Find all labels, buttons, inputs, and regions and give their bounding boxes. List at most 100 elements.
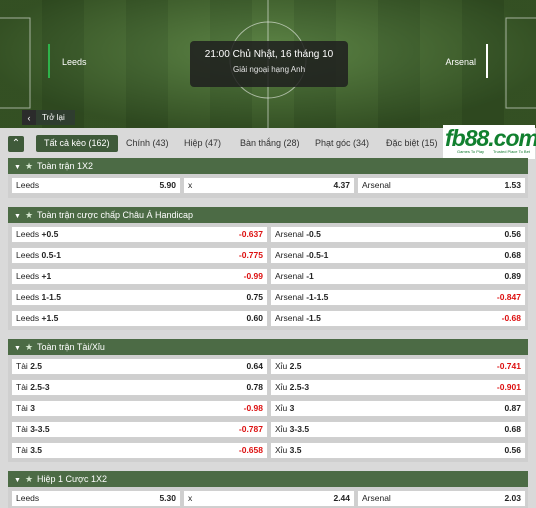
odds-cell[interactable]: Leeds 5.90 [11,177,181,194]
selection-team: Arsenal [275,271,304,281]
odds-cell[interactable]: Tài 2.5-3 0.78 [11,379,268,396]
selection-team: Xỉu [275,361,288,371]
selection-line: +0.5 [41,229,59,239]
selection-line: 3 [30,403,35,413]
tab-goals[interactable]: Bàn thắng (28) [240,135,300,152]
tab-all[interactable]: Tất cả kèo (162) [36,135,118,152]
match-banner: Leeds Arsenal 21:00 Chủ Nhật, 16 tháng 1… [0,0,536,128]
odds-cell[interactable]: Xỉu 3-3.5 0.68 [270,421,526,438]
odds-value: 0.68 [504,424,521,434]
section-title: Hiệp 1 Cược 1X2 [37,474,107,484]
selection-line: 2.5-3 [289,382,310,392]
star-icon[interactable]: ★ [25,474,33,484]
odds-value: -0.787 [238,424,263,434]
selection-line: -1 [306,271,314,281]
selection-team: Xỉu [275,445,288,455]
section-header-handicap[interactable]: ▼ ★ Toàn trận cược chấp Châu Á Handicap [8,207,528,223]
odds-cell[interactable]: Arsenal 1.53 [357,177,526,194]
selection-line: -1.5 [306,313,321,323]
selection-team: Leeds [16,250,40,260]
selection-name: Leeds +1.5 [16,311,58,326]
section-header-1x2[interactable]: ▼ ★ Toàn trận 1X2 [8,158,528,174]
odds-cell[interactable]: Xỉu 3 0.87 [270,400,526,417]
selection-line: 3-3.5 [30,424,50,434]
star-icon[interactable]: ★ [25,342,33,352]
selection-name: Xỉu 3 [275,401,294,416]
selection-name: x [188,493,193,503]
selection-team: Leeds [16,292,40,302]
caret-down-icon: ▼ [14,213,21,220]
odds-cell[interactable]: Arsenal -0.5 0.56 [270,226,526,243]
odds-cell[interactable]: Arsenal -1 0.89 [270,268,526,285]
section-body-1x2: Leeds 5.90 x 4.37 Arsenal 1.53 [8,174,528,198]
star-icon[interactable]: ★ [25,210,33,220]
odds-cell[interactable]: Leeds 0.5-1 -0.775 [11,247,268,264]
selection-line: 3-3.5 [289,424,310,434]
odds-cell[interactable]: Xỉu 2.5 -0.741 [270,358,526,375]
odds-value: 0.64 [246,361,263,371]
selection-name: Leeds +0.5 [16,227,58,242]
odds-cell[interactable]: Tài 2.5 0.64 [11,358,268,375]
odds-cell[interactable]: Xỉu 3.5 0.56 [270,442,526,459]
odds-value: 0.78 [246,382,263,392]
odds-cell[interactable]: x 4.37 [183,177,355,194]
league-name: Giải ngoại hạng Anh [232,65,306,74]
selection-team: Arsenal [275,292,304,302]
odds-cell[interactable]: Tài 3.5 -0.658 [11,442,268,459]
selection-line: 2.5-3 [30,382,50,392]
selection-line: -0.5-1 [306,250,329,260]
back-button[interactable]: ‹ Trở lại [22,110,75,125]
section-body-handicap: Leeds +0.5 -0.637 Arsenal -0.5 0.56 Leeds 0.… [8,223,528,330]
selection-name: Xỉu 2.5-3 [275,380,309,395]
selection-team: Xỉu [275,382,288,392]
odds-value: -0.68 [501,313,521,323]
odds-cell[interactable]: Leeds +1.5 0.60 [11,310,268,327]
selection-team: Leeds [16,313,40,323]
odds-value: -0.658 [238,445,263,455]
odds-value: 0.89 [504,271,521,281]
odds-cell[interactable]: x 2.44 [183,490,355,507]
collapse-all-button[interactable]: ⌃ [8,136,24,152]
odds-cell[interactable]: Arsenal 2.03 [357,490,526,507]
logo-tagline-right: Trusted Place To Bet [493,149,530,154]
odds-cell[interactable]: Arsenal -0.5-1 0.68 [270,247,526,264]
odds-value: 0.87 [504,403,521,413]
section-header-half-1x2[interactable]: ▼ ★ Hiệp 1 Cược 1X2 [8,471,528,487]
odds-value: -0.901 [496,382,521,392]
logo-tagline-left: Games To Play [457,149,485,154]
tab-special[interactable]: Đặc biệt (15) [386,135,438,152]
odds-cell[interactable]: Tài 3 -0.98 [11,400,268,417]
odds-cell[interactable]: Xỉu 2.5-3 -0.901 [270,379,526,396]
selection-line: +1 [41,271,52,281]
selection-name: Tài 3.5 [16,443,42,458]
back-label: Trở lại [36,110,75,125]
selection-name: x [188,180,193,190]
selection-name: Tài 2.5 [16,359,42,374]
odds-value: 5.30 [159,493,176,503]
odds-cell[interactable]: Arsenal -1.5 -0.68 [270,310,526,327]
star-icon[interactable]: ★ [25,161,33,171]
selection-name: Leeds [16,180,40,190]
selection-name: Leeds 1-1.5 [16,290,61,305]
odds-value: -0.741 [496,361,521,371]
odds-cell[interactable]: Leeds +1 -0.99 [11,268,268,285]
selection-line: 2.5 [30,361,43,371]
away-team: Arsenal [445,57,476,67]
tab-half[interactable]: Hiệp (47) [184,135,221,152]
section-header-over-under[interactable]: ▼ ★ Toàn trận Tài/Xỉu [8,339,528,355]
tab-corners[interactable]: Phạt góc (34) [315,135,369,152]
tab-main[interactable]: Chính (43) [126,135,169,152]
odds-cell[interactable]: Leeds 1-1.5 0.75 [11,289,268,306]
odds-value: -0.775 [238,250,263,260]
fb88-logo: fb88.com Games To Play Trusted Place To … [443,125,536,159]
selection-team: Xỉu [275,403,288,413]
odds-cell[interactable]: Arsenal -1-1.5 -0.847 [270,289,526,306]
match-time: 21:00 Chủ Nhật, 16 tháng 10 [204,49,334,60]
odds-value: 1.53 [504,180,521,190]
odds-cell[interactable]: Leeds 5.30 [11,490,181,507]
section-body-half-1x2: Leeds 5.30 x 2.44 Arsenal 2.03 [8,487,528,508]
selection-team: Arsenal [275,229,304,239]
odds-cell[interactable]: Tài 3-3.5 -0.787 [11,421,268,438]
selection-line: 3.5 [289,445,302,455]
odds-cell[interactable]: Leeds +0.5 -0.637 [11,226,268,243]
